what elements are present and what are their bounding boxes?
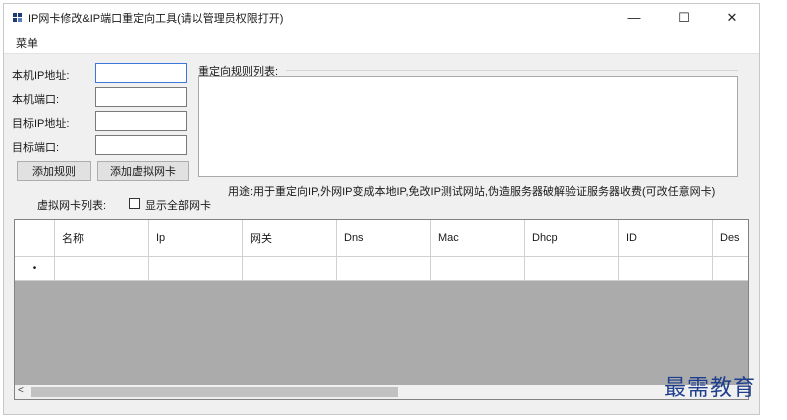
table-cell[interactable]	[619, 257, 713, 281]
close-button[interactable]: ✕	[712, 4, 752, 31]
show-all-nic-checkbox[interactable]	[129, 198, 140, 209]
menu-item-main[interactable]: 菜单	[16, 35, 38, 51]
column-header-ip[interactable]: Ip	[149, 220, 243, 257]
table-cell[interactable]	[337, 257, 431, 281]
local-port-input[interactable]	[95, 87, 187, 107]
menu-bar: 菜单	[4, 31, 759, 54]
app-icon	[13, 13, 22, 22]
scrollbar-thumb[interactable]	[31, 387, 398, 397]
local-port-label: 本机端口:	[12, 94, 60, 106]
redirect-rules-list[interactable]	[198, 76, 738, 177]
add-virtual-nic-button[interactable]: 添加虚拟网卡	[97, 161, 189, 181]
table-cell[interactable]	[55, 257, 149, 281]
new-row-marker[interactable]: •	[15, 257, 55, 281]
nic-data-grid[interactable]: 名称 Ip 网关 Dns Mac Dhcp ID Des • <	[14, 219, 749, 400]
local-ip-input[interactable]	[95, 63, 187, 83]
target-ip-input[interactable]	[95, 111, 187, 131]
table-cell[interactable]	[243, 257, 337, 281]
column-header-dhcp[interactable]: Dhcp	[525, 220, 619, 257]
column-header-des[interactable]: Des	[713, 220, 748, 257]
app-window: IP网卡修改&IP端口重定向工具(请以管理员权限打开) — ☐ ✕ 菜单 本机I…	[3, 3, 760, 415]
scroll-left-arrow[interactable]: <	[18, 385, 24, 396]
table-cell[interactable]	[149, 257, 243, 281]
table-cell[interactable]	[713, 257, 748, 281]
row-header-corner	[15, 220, 55, 257]
minimize-button[interactable]: —	[614, 4, 654, 31]
watermark: 最需教育	[664, 376, 757, 401]
nic-list-label: 虚拟网卡列表:	[37, 200, 107, 212]
show-all-nic-label: 显示全部网卡	[145, 200, 211, 212]
usage-text: 用途:用于重定向IP,外网IP变成本地IP,免改IP测试网站,伪造服务器破解验证…	[228, 186, 716, 198]
column-header-dns[interactable]: Dns	[337, 220, 431, 257]
group-divider	[286, 70, 738, 71]
target-port-input[interactable]	[95, 135, 187, 155]
window-title: IP网卡修改&IP端口重定向工具(请以管理员权限打开)	[28, 13, 284, 25]
horizontal-scrollbar[interactable]: <	[15, 385, 748, 399]
local-ip-label: 本机IP地址:	[12, 70, 70, 82]
target-port-label: 目标端口:	[12, 142, 60, 154]
column-header-id[interactable]: ID	[619, 220, 713, 257]
target-ip-label: 目标IP地址:	[12, 118, 70, 130]
table-cell[interactable]	[431, 257, 525, 281]
table-cell[interactable]	[525, 257, 619, 281]
column-header-name[interactable]: 名称	[55, 220, 149, 257]
column-header-mac[interactable]: Mac	[431, 220, 525, 257]
column-header-gateway[interactable]: 网关	[243, 220, 337, 257]
maximize-button[interactable]: ☐	[664, 4, 704, 31]
title-bar: IP网卡修改&IP端口重定向工具(请以管理员权限打开) — ☐ ✕	[4, 4, 759, 31]
add-rule-button[interactable]: 添加规则	[17, 161, 91, 181]
